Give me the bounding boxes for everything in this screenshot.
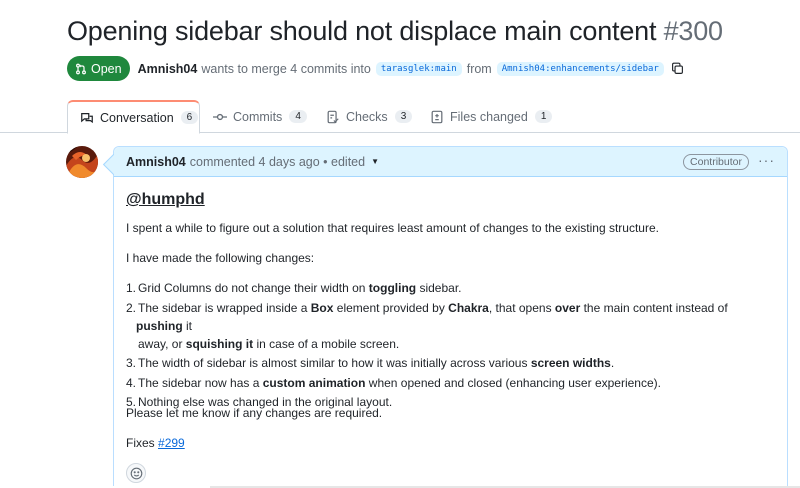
tab-label: Conversation — [100, 110, 174, 125]
tab-checks[interactable]: Checks 3 — [326, 100, 413, 133]
tab-label: Checks — [346, 109, 388, 124]
intro-text: I spent a while to figure out a solution… — [126, 221, 659, 235]
pr-tabs: Conversation 6 Commits 4 Checks 3 Files … — [0, 100, 800, 134]
tab-label: Files changed — [450, 109, 528, 124]
fixes-line: Fixes #299 — [126, 436, 185, 450]
list-item: 1. Grid Columns do not change their width… — [126, 281, 462, 295]
tab-counter: 6 — [180, 111, 199, 124]
pr-title-text: Opening sidebar should not displace main… — [67, 16, 657, 46]
commit-icon — [213, 113, 227, 120]
tab-files-changed[interactable]: Files changed 1 — [430, 100, 553, 133]
changes-heading: I have made the following changes: — [126, 251, 315, 265]
list-item: 3. The width of sidebar is almost similar… — [126, 356, 615, 370]
comment-author-link[interactable]: Amnish04 — [126, 155, 186, 169]
smiley-icon — [130, 467, 142, 479]
closing-text: Please let me know if any changes are re… — [126, 406, 383, 420]
from-text: from — [466, 61, 492, 76]
comment-header: Amnish04 commented 4 days ago • edited ▼… — [114, 147, 787, 177]
issue-link[interactable]: #299 — [158, 436, 185, 450]
tab-counter: 4 — [289, 110, 307, 123]
conversation-icon — [81, 112, 93, 123]
checks-icon — [327, 110, 339, 123]
pr-author-link[interactable]: Amnish04 — [138, 62, 198, 76]
pull-request-icon — [76, 63, 86, 74]
contributor-badge: Contributor — [683, 154, 749, 170]
add-reaction-button[interactable] — [126, 463, 146, 483]
base-branch[interactable]: tarasglek:main — [375, 61, 462, 76]
tab-label: Commits — [233, 109, 283, 124]
tab-counter: 1 — [534, 110, 553, 123]
head-branch[interactable]: Amnish04:enhancements/sidebar — [496, 61, 664, 76]
kebab-menu-icon[interactable]: ··· — [758, 152, 775, 168]
state-badge: Open — [67, 56, 130, 81]
list-item: 4. The sidebar now has a custom animation… — [126, 375, 661, 390]
pr-title: Opening sidebar should not displace main… — [67, 16, 723, 47]
tab-commits[interactable]: Commits 4 — [213, 100, 307, 133]
avatar[interactable] — [66, 146, 98, 178]
file-diff-icon — [431, 110, 443, 123]
merge-text: wants to merge 4 commits into — [201, 61, 371, 76]
changes-list: 1. Grid Columns do not change their width… — [126, 279, 766, 413]
copy-icon[interactable] — [671, 62, 684, 75]
mention-link[interactable]: @humphd — [126, 191, 205, 209]
fixes-label: Fixes — [126, 436, 155, 450]
list-item: 2. The sidebar is wrapped inside a Box el… — [126, 300, 728, 351]
pr-meta: Open Amnish04 wants to merge 4 commits i… — [67, 56, 684, 81]
chevron-down-icon[interactable]: ▼ — [371, 157, 379, 166]
comment-box: Amnish04 commented 4 days ago • edited ▼… — [113, 146, 788, 486]
tab-counter: 3 — [394, 110, 413, 123]
tab-conversation[interactable]: Conversation 6 — [67, 100, 200, 134]
state-label: Open — [91, 61, 122, 76]
pr-number: #300 — [663, 16, 723, 46]
comment-meta[interactable]: commented 4 days ago • edited — [190, 155, 365, 169]
